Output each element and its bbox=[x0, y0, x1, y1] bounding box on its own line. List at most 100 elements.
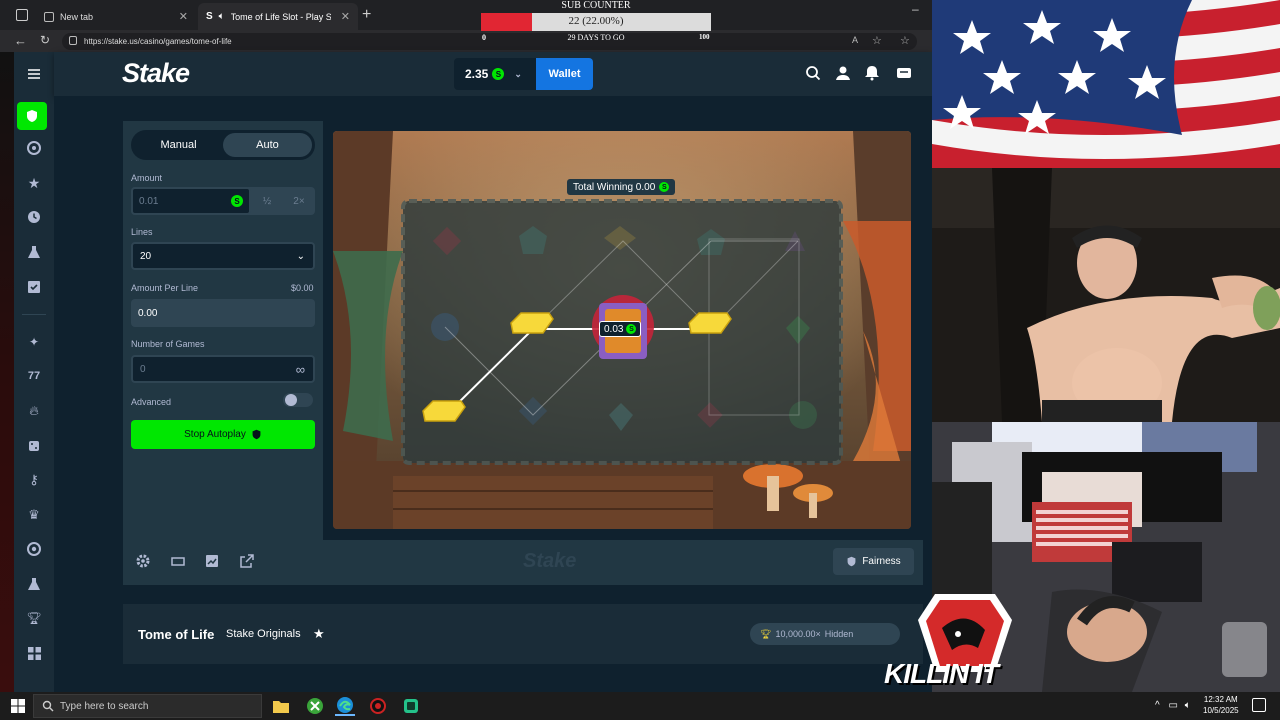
stop-autoplay-button[interactable]: Stop Autoplay bbox=[131, 420, 315, 449]
close-icon[interactable]: ✕ bbox=[341, 10, 350, 23]
site-info-icon[interactable] bbox=[69, 36, 77, 45]
sidebar-item-new-releases[interactable]: ✦ bbox=[23, 331, 45, 353]
sub-days-label: 29 DAYS TO GO bbox=[567, 33, 625, 42]
sidebar-item-slots[interactable]: 77 bbox=[23, 365, 45, 387]
xbox-icon[interactable] bbox=[305, 696, 325, 716]
fire-icon: 🔥︎ bbox=[29, 403, 39, 418]
sidebar-item-promotions[interactable]: 🏆︎ bbox=[23, 607, 45, 629]
sub-counter-widget: SUB COUNTER 22 (22.00%) 0 29 DAYS TO GO … bbox=[481, 0, 711, 44]
network-icon[interactable]: ▭ bbox=[1168, 700, 1177, 711]
game-info-bar: Tome of Life Stake Originals ★ 🏆︎ 10,000… bbox=[123, 604, 923, 664]
chip-icon bbox=[27, 141, 41, 155]
minimize-icon[interactable]: – bbox=[912, 2, 919, 16]
game-area: Total Winning 0.00 S 0.03 S bbox=[323, 121, 923, 540]
tab-stake[interactable]: S 🔈︎ Tome of Life Slot - Play Stak… ✕ bbox=[198, 3, 358, 30]
windows-start-icon[interactable] bbox=[8, 696, 28, 716]
sidebar-item-recent[interactable] bbox=[23, 206, 45, 228]
tab-actions-icon[interactable] bbox=[16, 9, 28, 21]
chevron-up-icon[interactable]: ^ bbox=[1155, 700, 1160, 711]
chat-icon[interactable] bbox=[896, 65, 914, 83]
sidebar-item-table-games[interactable] bbox=[23, 573, 45, 595]
sidebar-item-originals[interactable]: 🔥︎ bbox=[23, 400, 45, 422]
amount-value: 0.01 bbox=[139, 195, 159, 207]
total-winning-text: Total Winning 0.00 bbox=[573, 181, 656, 193]
search-icon bbox=[42, 700, 54, 712]
infinity-icon: ∞ bbox=[295, 361, 305, 377]
favorite-star-icon[interactable]: ★ bbox=[313, 626, 325, 642]
settings-gear-icon[interactable] bbox=[136, 554, 152, 570]
lines-select[interactable]: 20 ⌄ bbox=[131, 242, 315, 270]
volume-icon[interactable]: 🔈︎ bbox=[1185, 700, 1191, 711]
key-icon: ⚷ bbox=[29, 472, 39, 487]
search-placeholder: Type here to search bbox=[60, 700, 149, 712]
back-arrow-icon[interactable]: ← bbox=[14, 33, 27, 48]
lines-value: 20 bbox=[140, 250, 152, 262]
file-explorer-icon[interactable] bbox=[271, 696, 291, 716]
sidebar-item-casino[interactable] bbox=[17, 102, 47, 130]
trophy-icon: 🏆︎ bbox=[26, 611, 42, 625]
clock-icon bbox=[28, 211, 40, 223]
grid-icon bbox=[27, 646, 41, 660]
sidebar-item-games[interactable] bbox=[23, 137, 45, 159]
sidebar-item-stake-exclusives[interactable]: ♛ bbox=[23, 504, 45, 526]
taskbar-search-field[interactable]: Type here to search bbox=[33, 694, 262, 718]
clock-date: 10/5/2025 bbox=[1203, 706, 1239, 715]
sparkle-icon: ✦ bbox=[28, 335, 40, 349]
webcam-face-feed bbox=[932, 168, 1280, 422]
per-line-amount: $0.00 bbox=[291, 283, 314, 293]
sidebar-item-favourites[interactable]: ★ bbox=[23, 172, 45, 194]
live-stats-icon[interactable] bbox=[205, 554, 221, 570]
search-icon[interactable] bbox=[805, 65, 823, 83]
sidebar-item-game-shows[interactable]: ⚷ bbox=[23, 469, 45, 491]
notifications-icon[interactable] bbox=[1252, 698, 1266, 712]
tab-new-tab[interactable]: New tab ✕ bbox=[36, 3, 196, 30]
fairness-button[interactable]: Fairness bbox=[833, 548, 914, 575]
sidebar-item-challenges[interactable] bbox=[23, 241, 45, 263]
bet-panel: Manual Auto Amount 0.01 S ½ 2× Lines 20 … bbox=[123, 121, 323, 540]
new-tab-icon[interactable]: + bbox=[362, 6, 371, 24]
wallet-button[interactable]: Wallet bbox=[536, 58, 593, 90]
brand-text: KILLIN IT bbox=[884, 658, 999, 689]
tab-manual[interactable]: Manual bbox=[134, 133, 223, 157]
shield-check-icon bbox=[847, 556, 856, 567]
favorites-icon[interactable]: ☆ bbox=[900, 34, 910, 47]
close-icon[interactable]: ✕ bbox=[179, 10, 188, 23]
tab-auto[interactable]: Auto bbox=[223, 133, 312, 157]
hidden-label: Hidden bbox=[824, 629, 854, 639]
advanced-toggle[interactable] bbox=[283, 393, 313, 407]
star-icon: ★ bbox=[27, 174, 41, 191]
amount-input[interactable]: 0.01 S bbox=[131, 187, 251, 215]
double-button[interactable]: 2× bbox=[283, 196, 315, 207]
sidebar-item-bets[interactable] bbox=[23, 276, 45, 298]
theatre-mode-icon[interactable] bbox=[171, 554, 187, 570]
games-input[interactable]: 0 ∞ bbox=[131, 355, 315, 383]
stake-logo[interactable]: Stake bbox=[122, 58, 190, 89]
edge-browser-icon[interactable] bbox=[335, 696, 355, 716]
sidebar-item-live-casino[interactable] bbox=[23, 435, 45, 457]
system-tray-icons[interactable]: ^ ▭ 🔈︎ bbox=[1155, 700, 1191, 711]
user-icon[interactable] bbox=[835, 65, 853, 83]
refresh-icon[interactable]: ↻ bbox=[40, 33, 50, 47]
per-line-input[interactable]: 0.00 bbox=[131, 299, 315, 327]
sidebar-item-providers[interactable] bbox=[23, 538, 45, 560]
windows-taskbar: Type here to search ^ ▭ 🔈︎ 12:32 AM 10/5… bbox=[0, 692, 1280, 720]
sidebar-divider bbox=[22, 314, 46, 315]
app-green-icon[interactable] bbox=[401, 696, 421, 716]
menu-icon[interactable] bbox=[23, 63, 45, 85]
popout-icon[interactable] bbox=[240, 554, 256, 570]
total-winning-badge: Total Winning 0.00 S bbox=[567, 179, 676, 195]
dice-icon bbox=[29, 441, 39, 451]
games-label: Number of Games bbox=[131, 339, 205, 349]
app-red-icon[interactable] bbox=[368, 696, 388, 716]
game-provider[interactable]: Stake Originals bbox=[226, 628, 301, 640]
game-canvas[interactable]: Total Winning 0.00 S 0.03 S bbox=[333, 131, 911, 529]
favorite-star-icon[interactable]: ☆ bbox=[872, 34, 882, 47]
half-button[interactable]: ½ bbox=[251, 196, 283, 207]
trophy-icon: 🏆︎ bbox=[760, 628, 772, 639]
read-aloud-icon[interactable]: A bbox=[852, 35, 858, 45]
sidebar-item-all-games[interactable] bbox=[23, 642, 45, 664]
balance-dropdown[interactable]: 2.35 S ⌄ bbox=[454, 58, 536, 90]
bell-icon[interactable] bbox=[864, 65, 882, 83]
taskbar-clock[interactable]: 12:32 AM 10/5/2025 bbox=[1203, 694, 1239, 716]
target-icon bbox=[27, 542, 41, 556]
